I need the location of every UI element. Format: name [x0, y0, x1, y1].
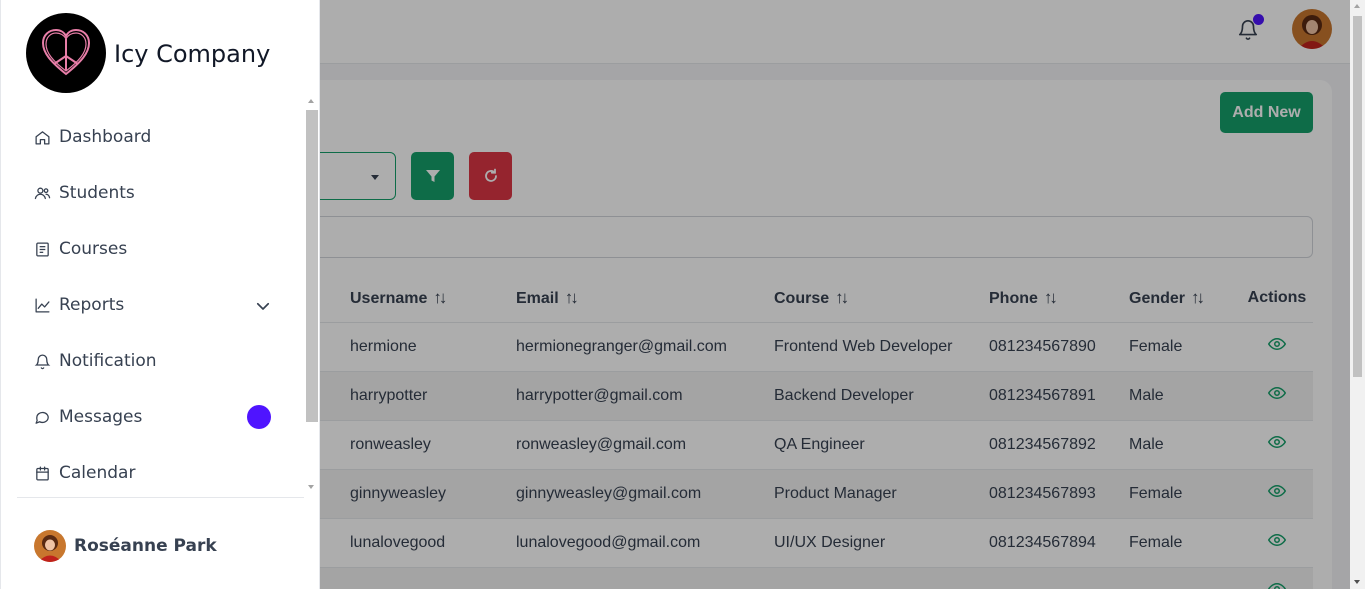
sidebar-item-notification[interactable]: Notification: [33, 343, 273, 379]
messages-badge: [247, 405, 271, 429]
scrollbar-thumb[interactable]: [306, 110, 318, 422]
peace-heart-icon: [41, 28, 91, 76]
sidebar-item-reports[interactable]: Reports: [33, 287, 273, 323]
scrollbar-thumb[interactable]: [1353, 16, 1362, 377]
sidebar-divider: [17, 497, 304, 498]
page-scrollbar[interactable]: [1350, 0, 1365, 589]
sidebar-item-label: Messages: [59, 407, 143, 427]
sidebar-item-messages[interactable]: Messages: [33, 399, 273, 435]
sidebar-item-calendar[interactable]: Calendar: [33, 455, 273, 491]
book-icon: [33, 240, 51, 258]
company-logo[interactable]: [26, 13, 106, 93]
chevron-down-icon[interactable]: [254, 297, 272, 315]
sidebar-item-dashboard[interactable]: Dashboard: [33, 119, 273, 155]
scroll-down-arrow-icon[interactable]: [1354, 580, 1360, 584]
scroll-up-arrow-icon[interactable]: [1354, 4, 1360, 8]
sidebar-item-label: Reports: [59, 295, 125, 315]
user-name[interactable]: Roséanne Park: [74, 536, 217, 556]
sidebar-item-label: Courses: [59, 239, 128, 259]
sidebar-item-label: Students: [59, 183, 135, 203]
user-avatar[interactable]: [34, 530, 66, 562]
scroll-up-arrow-icon[interactable]: [308, 99, 314, 103]
chart-line-icon: [33, 296, 51, 314]
sidebar-item-students[interactable]: Students: [33, 175, 273, 211]
home-icon: [33, 128, 51, 146]
bell-icon: [33, 352, 51, 370]
chat-icon: [33, 408, 51, 426]
calendar-icon: [33, 464, 51, 482]
sidebar-item-label: Dashboard: [59, 127, 152, 147]
sidebar-item-label: Calendar: [59, 463, 136, 483]
sidebar-item-courses[interactable]: Courses: [33, 231, 273, 267]
sidebar-scrollbar[interactable]: [304, 96, 318, 494]
scroll-down-arrow-icon[interactable]: [308, 485, 314, 489]
users-icon: [33, 184, 51, 202]
sidebar-item-label: Notification: [59, 351, 157, 371]
sidebar: Icy Company Dashboard Students Courses R…: [0, 0, 320, 589]
company-name: Icy Company: [114, 40, 271, 68]
